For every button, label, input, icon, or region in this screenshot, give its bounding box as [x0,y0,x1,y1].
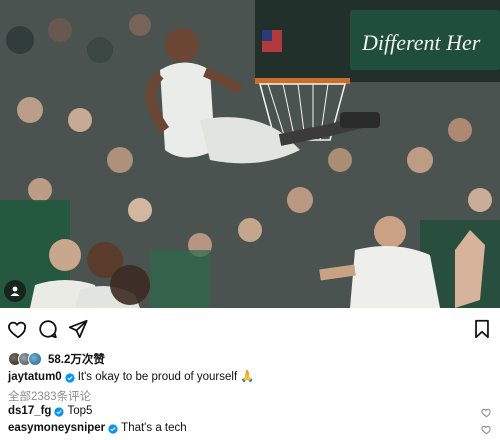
comment-username[interactable]: ds17_fg [8,404,51,419]
comment-bubble-icon[interactable] [37,318,59,340]
caption-username[interactable]: jaytatum0 [8,370,62,385]
heart-outline-icon[interactable] [7,318,29,340]
view-all-comments-link[interactable]: 全部2383条评论 [8,388,91,404]
send-arrow-icon[interactable] [67,318,89,340]
comment-like-heart-icon[interactable] [481,424,492,435]
likes-count[interactable]: 58.2万次赞 [48,351,105,367]
post-caption: jaytatum0 It's okay to be proud of yours… [8,370,255,385]
post-action-bar [0,318,500,344]
comment-username[interactable]: easymoneysniper [8,421,105,436]
post-photo[interactable]: Different Her [0,0,500,308]
tagged-users-icon[interactable] [4,280,26,302]
verified-badge-icon [65,372,75,383]
comment-row: easymoneysniper That's a tech [8,421,187,436]
photo-illustration: Different Her [0,0,500,308]
comment-text: That's a tech [121,422,187,434]
verified-badge-icon [54,406,65,417]
caption-text: It's okay to be proud of yourself 🙏 [77,371,255,383]
svg-text:Different Her: Different Her [361,30,481,55]
comment-like-heart-icon[interactable] [481,407,492,418]
liker-avatars [8,352,42,366]
comment-row: ds17_fg Top5 [8,404,92,419]
likes-row[interactable]: 58.2万次赞 [8,350,105,368]
comment-text: Top5 [67,405,93,417]
avatar [28,352,42,366]
user-silhouette-icon [10,286,20,296]
verified-badge-icon [108,423,118,434]
bookmark-icon[interactable] [471,318,493,340]
